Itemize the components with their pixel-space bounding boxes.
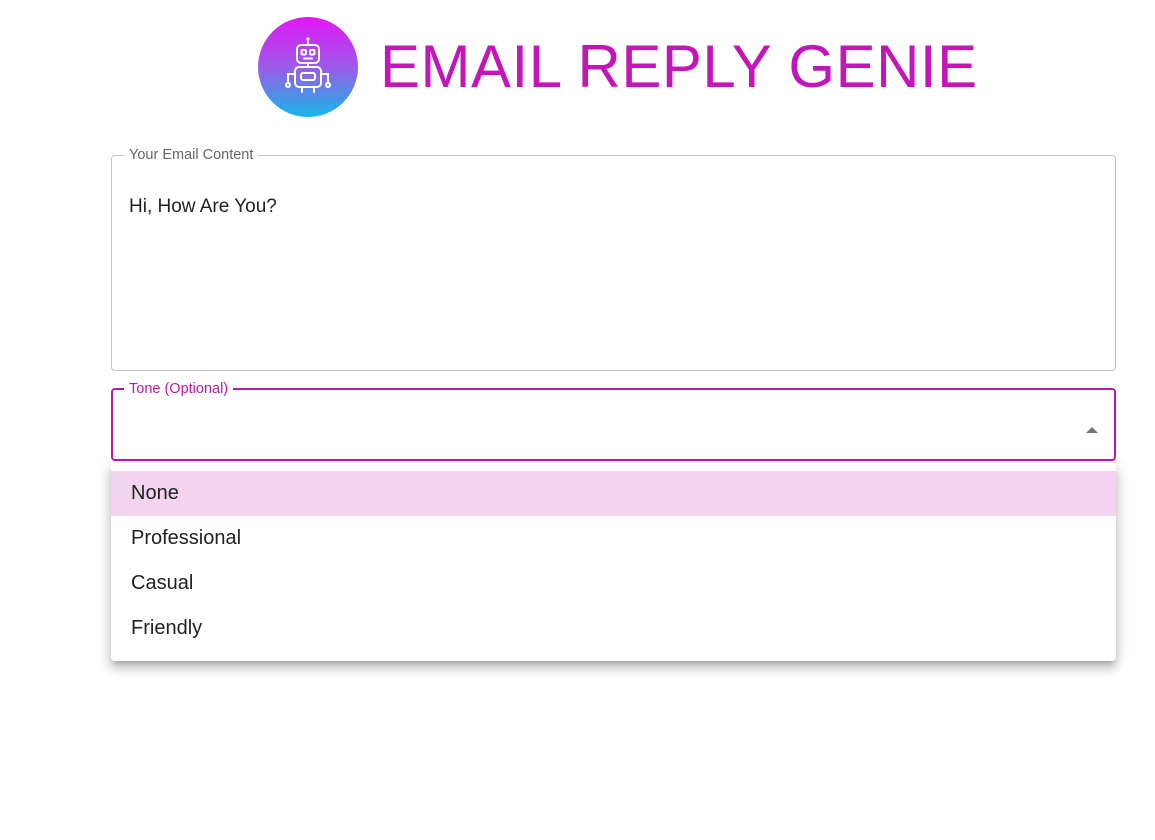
tone-option-none[interactable]: None [111,471,1116,516]
robot-icon [285,37,331,93]
tone-select[interactable]: Tone (Optional) [111,381,1116,461]
email-content-field[interactable]: Your Email Content Hi, How Are You? [111,147,1116,371]
tone-option-friendly[interactable]: Friendly [111,606,1116,651]
tone-dropdown-menu: None Professional Casual Friendly [111,463,1116,661]
email-content-input[interactable]: Hi, How Are You? [129,196,277,218]
tone-option-casual[interactable]: Casual [111,561,1116,606]
email-content-label: Your Email Content [129,147,254,163]
tone-label: Tone (Optional) [129,381,229,397]
robot-logo [258,17,358,117]
tone-option-professional[interactable]: Professional [111,516,1116,561]
app-title: EMAIL REPLY GENIE [380,33,978,100]
caret-up-icon[interactable] [1086,427,1098,433]
app-header: EMAIL REPLY GENIE [258,17,978,117]
